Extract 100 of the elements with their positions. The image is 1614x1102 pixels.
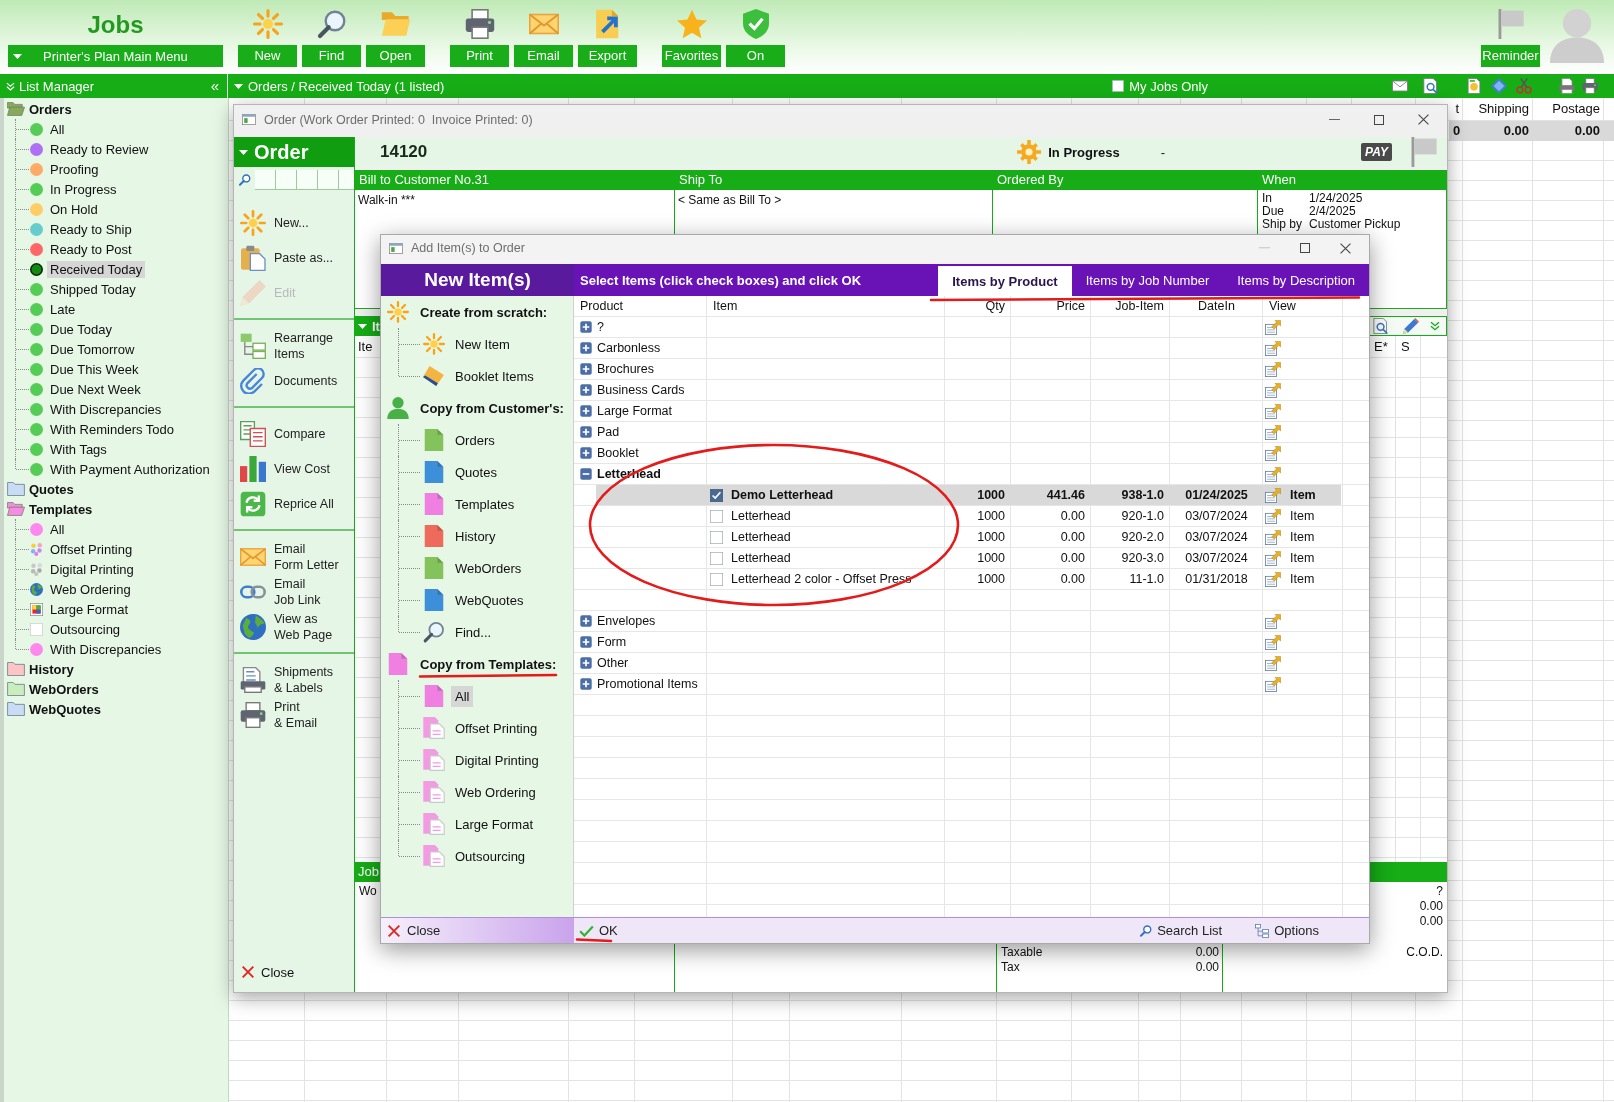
- tree-item[interactable]: New Item: [451, 333, 514, 355]
- tree-item[interactable]: With Discrepancies: [47, 640, 165, 658]
- tab[interactable]: Items by Product: [938, 266, 1072, 296]
- expand-icon[interactable]: [580, 447, 592, 459]
- caret-down-icon[interactable]: [234, 83, 243, 89]
- column-header[interactable]: Item: [713, 299, 738, 313]
- table-row[interactable]: Envelopes: [574, 611, 1369, 632]
- tree-item[interactable]: All: [47, 120, 68, 138]
- tree-item[interactable]: Orders: [27, 100, 74, 118]
- table-row[interactable]: ?: [574, 317, 1369, 338]
- tree-item[interactable]: Quotes: [451, 461, 501, 483]
- column-header[interactable]: DateIn: [1198, 299, 1235, 313]
- close-button[interactable]: Close: [381, 918, 574, 943]
- tree-item[interactable]: Templates: [27, 500, 95, 518]
- table-row[interactable]: 0 0.00 0.00: [1449, 121, 1614, 141]
- tree-item[interactable]: Find...: [451, 621, 496, 643]
- close-button[interactable]: Close: [234, 961, 354, 983]
- tree-item[interactable]: Ready to Post: [47, 240, 135, 258]
- star-icon[interactable]: [676, 9, 707, 39]
- tree-item[interactable]: Outsourcing: [451, 845, 530, 867]
- action-button[interactable]: Reprice All: [234, 486, 354, 521]
- tree-item[interactable]: Large Format: [47, 600, 132, 618]
- tree-item[interactable]: Offset Printing: [47, 540, 136, 558]
- action-button[interactable]: Rearrange Items: [234, 328, 354, 363]
- column-header[interactable]: Product: [580, 299, 624, 313]
- expand-icon[interactable]: [580, 363, 592, 375]
- view-icon[interactable]: [1265, 571, 1281, 587]
- tree-item[interactable]: With Tags: [47, 440, 110, 458]
- scissors-icon[interactable]: [1516, 78, 1532, 94]
- printer-icon[interactable]: [464, 9, 495, 39]
- tree-item[interactable]: Ready to Review: [47, 140, 152, 158]
- tree-item[interactable]: WebQuotes: [27, 700, 103, 718]
- view-icon[interactable]: [1265, 634, 1281, 650]
- tree-item[interactable]: Digital Printing: [451, 749, 543, 771]
- tree-item[interactable]: Due Today: [47, 320, 115, 338]
- tree-item[interactable]: WebQuotes: [451, 589, 528, 611]
- tab[interactable]: Items by Description: [1223, 264, 1369, 296]
- tab[interactable]: Items by Job Number: [1071, 264, 1224, 296]
- tree-item[interactable]: Digital Printing: [47, 560, 137, 578]
- table-row[interactable]: Form: [574, 632, 1369, 653]
- action-button[interactable]: Shipments & Labels: [234, 662, 354, 697]
- tree-item[interactable]: Due Tomorrow: [47, 340, 138, 358]
- action-button[interactable]: Documents: [234, 363, 354, 398]
- action-button[interactable]: New...: [234, 205, 354, 240]
- action-button[interactable]: Compare: [234, 416, 354, 451]
- flag-icon[interactable]: [1410, 137, 1438, 167]
- ok-button[interactable]: OK: [579, 923, 618, 938]
- column-header[interactable]: t: [1449, 98, 1463, 121]
- checkbox[interactable]: [710, 488, 723, 502]
- tree-item[interactable]: Received Today: [47, 260, 146, 278]
- tree-item[interactable]: Orders: [451, 429, 499, 451]
- diamond-icon[interactable]: [1491, 78, 1507, 94]
- view-icon[interactable]: [1265, 445, 1281, 461]
- search-field[interactable]: [255, 170, 354, 190]
- column-header[interactable]: Price: [1056, 299, 1085, 313]
- view-icon[interactable]: [1265, 466, 1281, 482]
- options-button[interactable]: Options: [1255, 923, 1319, 938]
- expand-icon[interactable]: [580, 426, 592, 438]
- tree-item[interactable]: Ready to Ship: [47, 220, 135, 238]
- pay-badge[interactable]: PAY: [1361, 143, 1392, 161]
- action-button[interactable]: Email Form Letter: [234, 539, 354, 574]
- view-label[interactable]: Item: [1290, 572, 1315, 586]
- printer-icon[interactable]: [1582, 78, 1598, 94]
- column-header[interactable]: Shipping: [1463, 98, 1533, 121]
- table-row[interactable]: Letterhead 1000 0.00 920-3.0 03/07/2024 Item: [574, 548, 1369, 569]
- tree-item[interactable]: Quotes: [27, 480, 76, 498]
- view-icon[interactable]: [1265, 340, 1281, 356]
- shield-check-icon[interactable]: [740, 9, 771, 39]
- search-list-button[interactable]: Search List: [1140, 923, 1223, 938]
- document-search-icon[interactable]: [1423, 78, 1439, 94]
- tree-item[interactable]: Web Ordering: [47, 580, 134, 598]
- table-row[interactable]: Letterhead 1000 0.00 920-1.0 03/07/2024 Item: [574, 506, 1369, 527]
- printer-document-icon[interactable]: [1559, 78, 1575, 94]
- table-row[interactable]: Booklet: [574, 443, 1369, 464]
- view-icon[interactable]: [1265, 529, 1281, 545]
- tree-item[interactable]: Booklet Items: [451, 365, 538, 387]
- tree-item[interactable]: All: [451, 685, 474, 707]
- close-icon[interactable]: [1418, 114, 1429, 125]
- view-icon[interactable]: [1265, 550, 1281, 566]
- checkbox[interactable]: [710, 572, 723, 586]
- view-icon[interactable]: [1265, 361, 1281, 377]
- sun-icon[interactable]: [252, 9, 283, 39]
- tree-item[interactable]: Late: [47, 300, 79, 318]
- expand-icon[interactable]: [580, 384, 592, 396]
- view-icon[interactable]: [1265, 319, 1281, 335]
- document-search-icon[interactable]: [1373, 318, 1389, 334]
- tree-item[interactable]: Due Next Week: [47, 380, 144, 398]
- table-row[interactable]: Other: [574, 653, 1369, 674]
- tree-item[interactable]: WebOrders: [27, 680, 101, 698]
- checkbox[interactable]: [710, 551, 723, 565]
- view-icon[interactable]: [1265, 655, 1281, 671]
- maximize-icon[interactable]: [1300, 243, 1310, 253]
- folder-icon[interactable]: [380, 9, 411, 39]
- search-icon[interactable]: [239, 174, 251, 186]
- action-button[interactable]: View as Web Page: [234, 609, 354, 644]
- expand-icon[interactable]: [580, 615, 592, 627]
- collapse-icon[interactable]: [580, 468, 592, 480]
- tree-item[interactable]: Web Ordering: [451, 781, 540, 803]
- table-row[interactable]: Brochures: [574, 359, 1369, 380]
- view-icon[interactable]: [1265, 382, 1281, 398]
